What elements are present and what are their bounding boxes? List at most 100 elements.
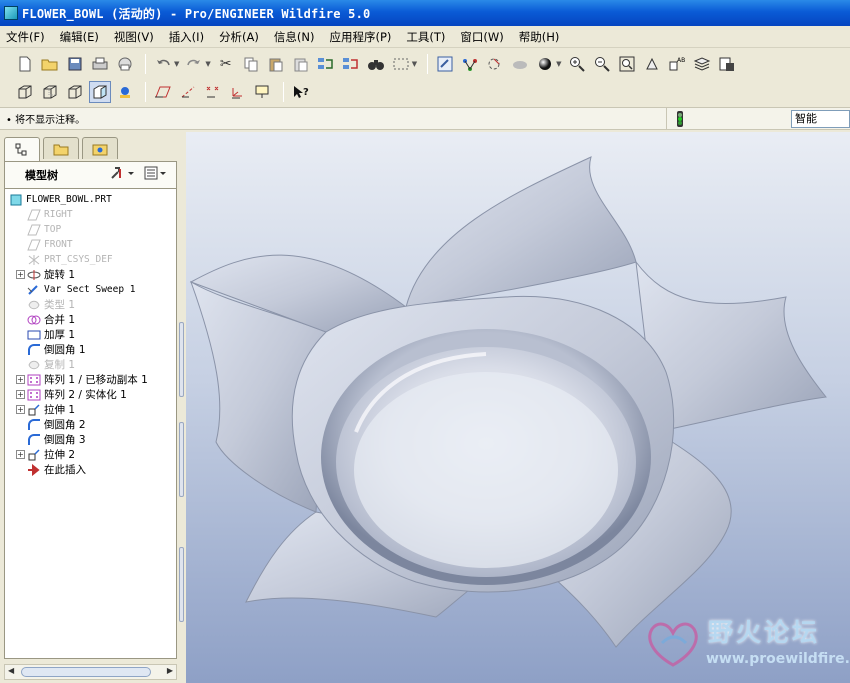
annotations-toggle-icon[interactable] [252,81,274,103]
menu-help[interactable]: 帮助(H) [519,29,560,45]
find-binoculars-icon[interactable] [365,53,387,75]
paste-special-icon[interactable] [290,53,312,75]
sash-grip[interactable] [179,547,184,622]
tree-settings-icon[interactable] [110,166,136,184]
tree-item-label: FRONT [44,239,73,250]
appearance-dropdown-icon[interactable]: ▼ [556,60,561,68]
reorient-icon[interactable] [641,53,663,75]
scrollbar-thumb[interactable] [21,667,151,677]
menu-edit[interactable]: 编辑(E) [60,29,99,45]
appearance-sphere-icon[interactable] [534,53,556,75]
tree-item-type[interactable]: 类型 1 [5,297,176,312]
email-icon[interactable] [114,53,136,75]
tree-item-root[interactable]: FLOWER_BOWL.PRT [5,192,176,207]
cut-icon[interactable]: ✂ [215,53,237,75]
tree-item-revolve[interactable]: + 旋转 1 [5,267,176,282]
new-file-icon[interactable] [14,53,36,75]
tree-item-round-3[interactable]: 倒圆角 3 [5,432,176,447]
tree-item-pattern-1[interactable]: + 阵列 1 / 已移动副本 1 [5,372,176,387]
menu-applications[interactable]: 应用程序(P) [329,29,391,45]
tree-columns-icon[interactable] [144,166,168,184]
status-light-icon[interactable] [666,108,692,129]
repaint-icon[interactable] [434,53,456,75]
tree-item-csys[interactable]: PRT_CSYS_DEF [5,252,176,267]
panel-splitter[interactable] [177,322,186,632]
expand-toggle[interactable]: + [16,390,25,399]
regenerate-manager-icon[interactable] [340,53,362,75]
tab-folder-browser[interactable] [43,137,79,159]
coordinate-systems-toggle-icon[interactable] [227,81,249,103]
graphics-viewport[interactable]: 野火论坛 www.proewildfire.cn [186,132,850,683]
selection-filter-select[interactable]: 智能 [791,110,850,128]
zoom-in-icon[interactable] [566,53,588,75]
redo-dropdown-icon[interactable]: ▼ [205,60,210,68]
saved-views-icon[interactable]: AB [666,53,688,75]
tree-item-merge[interactable]: 合并 1 [5,312,176,327]
shading-icon[interactable] [89,81,111,103]
expand-toggle[interactable]: + [16,405,25,414]
context-help-icon[interactable]: ? [290,81,312,103]
selection-box-icon[interactable] [390,53,412,75]
tree-item-copy[interactable]: 复制 1 [5,357,176,372]
regenerate-icon[interactable] [315,53,337,75]
tree-item-round-2[interactable]: 倒圆角 2 [5,417,176,432]
zoom-out-icon[interactable] [591,53,613,75]
layers-icon[interactable] [691,53,713,75]
tree-item-round-1[interactable]: 倒圆角 1 [5,342,176,357]
view-manager-icon[interactable] [716,53,738,75]
datum-plane-icon [27,223,41,236]
undo-dropdown-icon[interactable]: ▼ [174,60,179,68]
print-icon[interactable] [89,53,111,75]
favorites-icon [92,144,108,155]
sash-grip[interactable] [179,422,184,497]
tree-item-datum-front[interactable]: FRONT [5,237,176,252]
model-tree-scrollbar[interactable]: ◀ ▶ [4,664,177,680]
orient-mode-icon[interactable] [484,53,506,75]
expand-toggle[interactable]: + [16,270,25,279]
menu-view[interactable]: 视图(V) [114,29,154,45]
tree-item-thicken[interactable]: 加厚 1 [5,327,176,342]
tree-item-insert-here[interactable]: 在此插入 [5,462,176,477]
scroll-right-icon[interactable]: ▶ [167,666,173,675]
menu-analysis[interactable]: 分析(A) [219,29,259,45]
save-icon[interactable] [64,53,86,75]
menu-window[interactable]: 窗口(W) [460,29,503,45]
appearance-icon[interactable] [509,53,531,75]
tree-item-pattern-2[interactable]: + 阵列 2 / 实体化 1 [5,387,176,402]
menu-file[interactable]: 文件(F) [6,29,45,45]
menu-bar: 文件(F) 编辑(E) 视图(V) 插入(I) 分析(A) 信息(N) 应用程序… [0,26,850,48]
tree-item-extrude-2[interactable]: + 拉伸 2 [5,447,176,462]
tab-favorites[interactable] [82,137,118,159]
menu-info[interactable]: 信息(N) [274,29,315,45]
tree-item-datum-top[interactable]: TOP [5,222,176,237]
spin-center-icon[interactable] [459,53,481,75]
flower-bowl-model[interactable] [186,132,850,683]
no-hidden-icon[interactable] [64,81,86,103]
menu-insert[interactable]: 插入(I) [169,29,204,45]
expand-toggle[interactable]: + [16,375,25,384]
tab-model-tree[interactable] [4,137,40,161]
hidden-line-icon[interactable] [39,81,61,103]
datum-points-toggle-icon[interactable] [202,81,224,103]
open-folder-icon[interactable] [39,53,61,75]
model-tree-display-icon[interactable] [114,81,136,103]
copy-icon[interactable] [240,53,262,75]
scroll-left-icon[interactable]: ◀ [8,666,14,675]
wireframe-icon[interactable] [14,81,36,103]
pattern-icon [27,388,41,401]
forum-watermark: 野火论坛 www.proewildfire.cn [640,609,850,677]
sash-grip[interactable] [179,322,184,397]
menu-tools[interactable]: 工具(T) [406,29,445,45]
refit-icon[interactable] [616,53,638,75]
redo-icon[interactable] [183,53,205,75]
tree-item-var-sect-sweep[interactable]: Var Sect Sweep 1 [5,282,176,297]
tree-item-extrude-1[interactable]: + 拉伸 1 [5,402,176,417]
datum-axes-toggle-icon[interactable] [177,81,199,103]
datum-planes-toggle-icon[interactable] [152,81,174,103]
undo-icon[interactable] [152,53,174,75]
selection-dropdown-icon[interactable]: ▼ [412,60,417,68]
tree-item-datum-right[interactable]: RIGHT [5,207,176,222]
model-tree-header: 模型树 [4,161,177,189]
expand-toggle[interactable]: + [16,450,25,459]
paste-icon[interactable] [265,53,287,75]
